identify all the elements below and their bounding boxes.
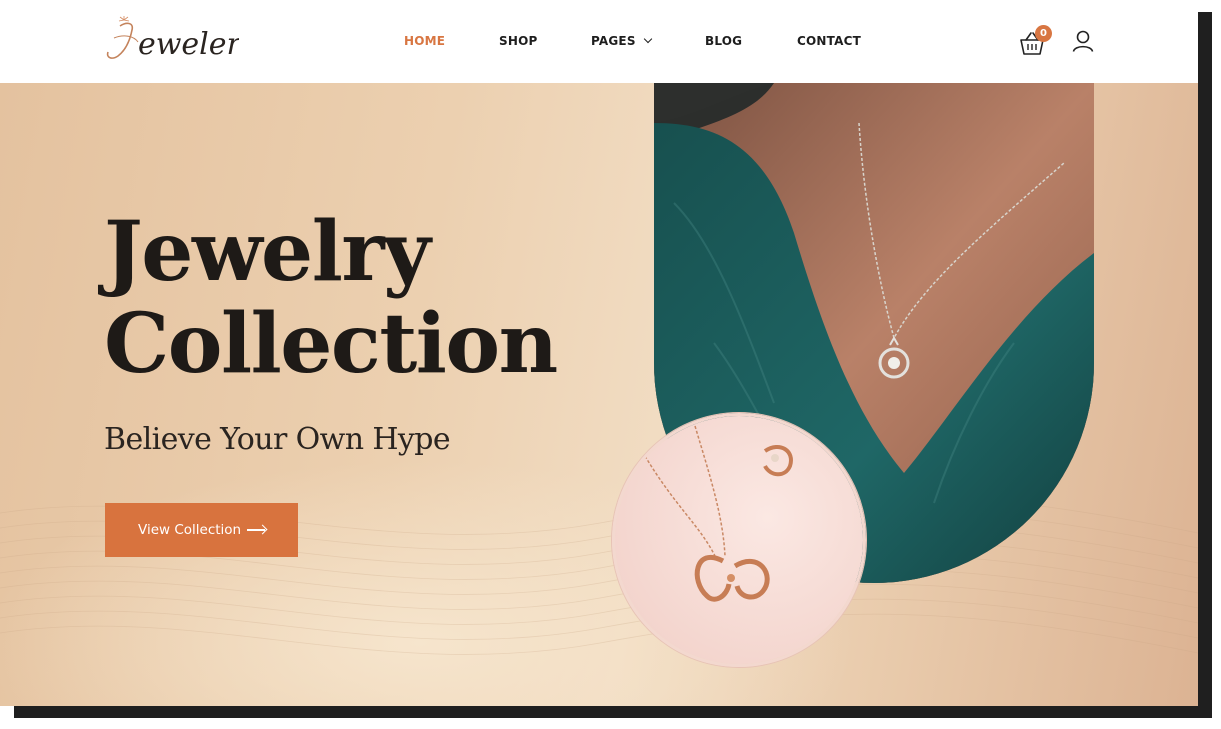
nav-item-shop[interactable]: SHOP — [499, 34, 537, 48]
hero-subtitle: Believe Your Own Hype — [104, 422, 451, 457]
chevron-down-icon — [643, 34, 652, 44]
hero-title-line1: Jewelry — [104, 204, 431, 300]
nav-item-pages[interactable]: PAGES — [591, 34, 652, 48]
cart-count-badge: 0 — [1035, 25, 1052, 42]
user-icon[interactable] — [1072, 30, 1094, 52]
nav-item-pages-label: PAGES — [591, 34, 636, 48]
butterfly-pendant-photo — [612, 413, 866, 667]
page-frame: ewelers HOME SHOP PAGES BLOG CONTACT 0 — [0, 0, 1198, 706]
pendant-illustration — [615, 416, 863, 664]
view-collection-label: View Collection — [138, 522, 242, 538]
nav-item-home[interactable]: HOME — [404, 34, 445, 48]
view-collection-button[interactable]: View Collection — [105, 503, 298, 557]
hero-title-line2: Collection — [104, 296, 558, 392]
nav-item-contact[interactable]: CONTACT — [797, 34, 861, 48]
hero-title: Jewelry Collection — [104, 204, 558, 392]
nav-item-blog[interactable]: BLOG — [705, 34, 742, 48]
site-header: ewelers HOME SHOP PAGES BLOG CONTACT 0 — [0, 0, 1198, 83]
arrow-right-icon — [247, 529, 265, 531]
hero-banner: Jewelry Collection Believe Your Own Hype… — [0, 83, 1198, 706]
